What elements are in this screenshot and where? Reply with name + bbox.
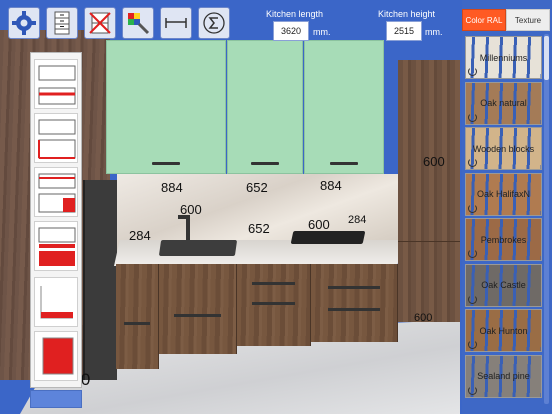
measure-button[interactable] xyxy=(160,7,192,39)
dimension-label: 884 xyxy=(161,180,183,195)
catalog-selection-bar[interactable] xyxy=(30,390,82,408)
kitchen-height-field[interactable]: 2515 xyxy=(386,21,422,41)
swatch-name: Oak Castle xyxy=(481,280,526,290)
kitchen-height-label: Kitchen height xyxy=(378,9,436,19)
drawer-handle xyxy=(174,314,221,317)
swatch-name: Pembrokes xyxy=(480,234,527,245)
cabinets-button[interactable] xyxy=(46,7,78,39)
rotate-texture-icon[interactable] xyxy=(468,385,477,395)
upper-cabinet-right[interactable] xyxy=(304,40,384,174)
texture-swatch[interactable]: Oak natural xyxy=(465,81,542,125)
paint-button[interactable] xyxy=(122,7,154,39)
sigma-icon xyxy=(203,12,225,34)
measure-icon xyxy=(165,18,187,28)
rotate-texture-icon[interactable] xyxy=(468,340,477,349)
dimension-label: 600 xyxy=(180,202,202,217)
swatch-scroll-thumb[interactable] xyxy=(544,36,549,80)
dimension-label: 884 xyxy=(320,178,342,193)
rotate-texture-icon[interactable] xyxy=(468,112,477,122)
sink[interactable] xyxy=(158,240,238,256)
dimension-label: 652 xyxy=(248,221,270,236)
dimension-label: 600 xyxy=(414,312,433,324)
tab-color-ral[interactable]: Color RAL xyxy=(462,9,506,31)
faucet xyxy=(178,215,190,241)
rotate-texture-icon[interactable] xyxy=(468,249,477,258)
delete-cabinet-icon xyxy=(89,12,111,34)
swatch-name: Oak natural xyxy=(480,98,527,108)
height-unit-label: mm. xyxy=(425,27,443,37)
material-tabs: Color RAL Texture xyxy=(462,9,552,31)
texture-swatch[interactable]: Oak HalifaxN xyxy=(465,172,542,216)
settings-button[interactable] xyxy=(8,7,40,39)
texture-swatch[interactable]: Oak Castle xyxy=(465,263,542,307)
catalog-item[interactable] xyxy=(34,59,78,109)
swatch-name: Oak Hunton xyxy=(479,325,528,336)
rotate-texture-icon[interactable] xyxy=(468,203,477,213)
dimension-label: 600 xyxy=(423,154,445,169)
cooktop[interactable] xyxy=(290,231,366,244)
oven-column[interactable] xyxy=(83,180,117,380)
cabinet-handle xyxy=(152,162,180,165)
swatch-name: Millenniums xyxy=(479,52,528,63)
drawer-handle xyxy=(251,282,296,285)
rotate-texture-icon[interactable] xyxy=(468,294,477,304)
paint-brush-icon xyxy=(128,13,150,35)
base-cabinet-3[interactable] xyxy=(237,264,311,346)
swatch-name: Oak HalifaxN xyxy=(476,189,530,199)
dimension-label: 652 xyxy=(246,180,268,195)
dimension-label: 600 xyxy=(308,217,330,232)
base-cabinet-1[interactable] xyxy=(116,264,159,369)
cabinet-handle xyxy=(330,162,358,165)
kitchen-length-field[interactable]: 3620 xyxy=(273,21,309,41)
drawer-handle xyxy=(124,322,150,325)
upper-cabinet-left[interactable] xyxy=(106,40,226,174)
catalog-item[interactable] xyxy=(34,221,78,271)
texture-swatch[interactable]: Sealand pine xyxy=(465,354,542,398)
drawer-handle xyxy=(251,302,296,305)
catalog-item[interactable] xyxy=(34,113,78,163)
length-unit-label: mm. xyxy=(313,27,331,37)
tab-texture[interactable]: Texture xyxy=(506,9,550,31)
gear-icon xyxy=(12,11,36,35)
texture-swatch[interactable]: Wooden blocks xyxy=(465,127,542,170)
kitchen-length-label: Kitchen length xyxy=(266,9,324,19)
dimension-label: 284 xyxy=(348,214,367,226)
swatch-name: Wooden blocks xyxy=(472,143,535,154)
catalog-item[interactable] xyxy=(34,277,78,327)
cabinet-catalog[interactable] xyxy=(30,52,82,388)
delete-button[interactable] xyxy=(84,7,116,39)
catalog-item[interactable] xyxy=(34,167,78,217)
tall-cabinet-right-door xyxy=(398,60,460,242)
upper-cabinet-middle[interactable] xyxy=(227,40,303,174)
cabinet-handle xyxy=(251,162,279,165)
texture-swatch[interactable]: Pembrokes xyxy=(465,218,542,261)
drawer-handle xyxy=(328,308,380,311)
rotate-texture-icon[interactable] xyxy=(468,67,477,76)
dimension-label: 284 xyxy=(129,228,151,243)
texture-swatch[interactable]: Millenniums xyxy=(465,36,542,79)
base-cabinet-4[interactable] xyxy=(311,264,398,342)
drawer-handle xyxy=(328,286,380,289)
summary-button[interactable] xyxy=(198,7,230,39)
cabinet-icon xyxy=(54,11,70,35)
base-cabinet-2[interactable] xyxy=(159,264,237,354)
catalog-item[interactable] xyxy=(34,331,78,381)
texture-swatch[interactable]: Oak Hunton xyxy=(465,309,542,352)
swatch-scrollbar[interactable] xyxy=(544,34,549,404)
rotate-texture-icon[interactable] xyxy=(468,158,477,167)
swatch-name: Sealand pine xyxy=(477,371,530,381)
